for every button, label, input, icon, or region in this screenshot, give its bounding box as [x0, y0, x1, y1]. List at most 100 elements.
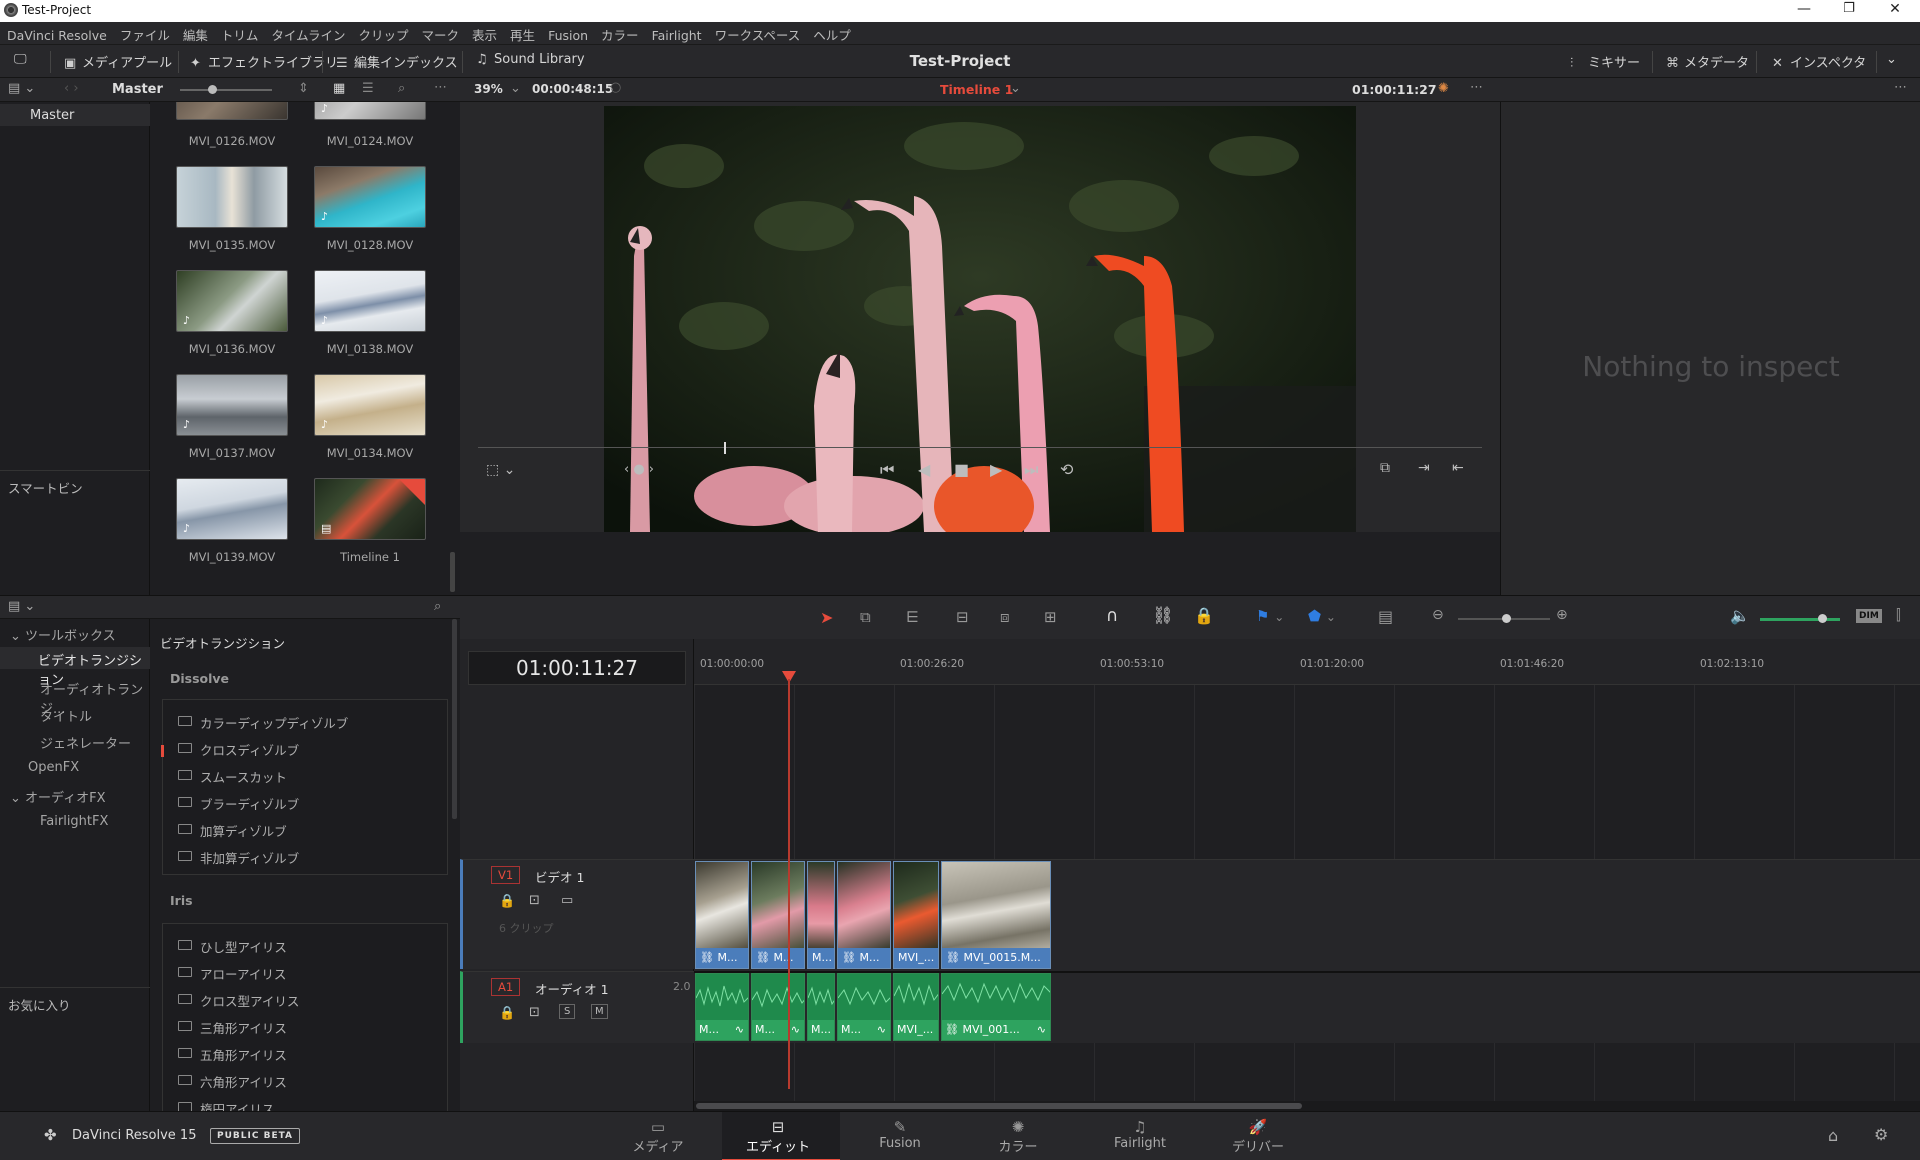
fx-item[interactable]: クロス型アイリス	[178, 991, 299, 1010]
inspector-button[interactable]: ✕ インスペクタ	[1772, 52, 1866, 71]
fx-item[interactable]: ひし型アイリス	[178, 937, 287, 956]
dim-button[interactable]: DIM	[1856, 609, 1882, 623]
playhead-line[interactable]	[788, 679, 790, 1089]
menu-davinci[interactable]: DaVinci Resolve	[0, 25, 113, 43]
sound-library-button[interactable]: ♫ Sound Library	[476, 52, 585, 67]
bin-item-master[interactable]: Master	[0, 104, 150, 126]
tree-item-generators[interactable]: ジェネレーター	[40, 733, 131, 752]
bin-list-toggle-icon[interactable]: ▤ ⌄	[8, 81, 35, 96]
zoom-in-icon[interactable]: ⊕	[1556, 607, 1568, 623]
zoom-out-icon[interactable]: ⊖	[1432, 607, 1444, 623]
audio-clip[interactable]: MVI_...	[893, 973, 939, 1041]
close-button[interactable]: ✕	[1875, 1, 1915, 17]
track-lock-icon[interactable]: 🔒	[499, 1006, 515, 1021]
inspector-options-icon[interactable]: ⋯	[1894, 80, 1907, 95]
video-clip[interactable]: ⛓ MVI_0015.M...	[941, 861, 1051, 969]
track-lock-icon[interactable]: 🔒	[499, 894, 515, 909]
timeline-dropdown-icon[interactable]: ⌄	[1010, 81, 1021, 96]
effects-panel-toggle-icon[interactable]: ▤ ⌄	[8, 599, 35, 614]
restore-button[interactable]: ❐	[1829, 1, 1869, 16]
grid-view-icon[interactable]: ▦	[333, 81, 345, 96]
slider-thumb[interactable]	[1818, 614, 1827, 623]
page-tab-edit[interactable]: ⊟ エディット	[738, 1118, 818, 1155]
video-track-name[interactable]: ビデオ 1	[535, 867, 584, 886]
page-tab-deliver[interactable]: 🚀 デリバー	[1218, 1118, 1298, 1155]
go-to-end-icon[interactable]: ⏭	[1024, 460, 1038, 480]
clip-thumb[interactable]: ♪	[176, 478, 288, 540]
list-view-icon[interactable]: ☰	[362, 81, 374, 96]
grid-scrollbar[interactable]	[450, 552, 455, 592]
audio-clip[interactable]: M... ∿	[695, 973, 749, 1041]
play-icon[interactable]: ▶	[990, 460, 1002, 479]
menu-trim[interactable]: トリム	[214, 22, 265, 44]
timeline-view-options-icon[interactable]: ▤	[1378, 607, 1393, 626]
crop-icon[interactable]: ⬚ ⌄	[486, 462, 515, 478]
clip-thumb[interactable]	[176, 166, 288, 228]
fx-item[interactable]: 非加算ディゾルブ	[178, 848, 299, 867]
timeline-layout-icon[interactable]: ⫿	[1896, 606, 1901, 624]
menu-playback[interactable]: 再生	[503, 22, 541, 44]
viewer-options-icon[interactable]: ⋯	[1470, 80, 1483, 95]
play-reverse-icon[interactable]: ◀	[918, 460, 930, 479]
prev-edit-icon[interactable]: ⇤	[1452, 460, 1464, 476]
video-clip[interactable]: M...	[807, 861, 835, 969]
clip-thumb[interactable]: ♪	[314, 374, 426, 436]
solo-button[interactable]: S	[559, 1004, 576, 1019]
marker-icon[interactable]: ⬟ ⌄	[1308, 607, 1336, 625]
audio-track-header[interactable]: A1 オーディオ 1 2.0 🔒 ⊡ S M	[460, 971, 694, 1043]
clip-thumb[interactable]: ♪	[314, 166, 426, 228]
more-options-icon[interactable]: ⋯	[434, 80, 447, 95]
video-track-header[interactable]: V1 ビデオ 1 🔒 ⊡ ▭ 6 クリップ	[460, 859, 694, 969]
menu-edit[interactable]: 編集	[176, 22, 214, 44]
viewer-canvas[interactable]: ⬚ ⌄ ‹ ● › ⏮ ◀ ■ ▶ ⏭ ⟲ ⧉ ⇥ ⇤	[460, 102, 1500, 532]
menu-clip[interactable]: クリップ	[352, 22, 415, 44]
page-tab-media[interactable]: ▭ メディア	[618, 1118, 698, 1155]
menu-fairlight[interactable]: Fairlight	[645, 25, 708, 43]
volume-icon[interactable]: 🔈	[1730, 606, 1750, 625]
clip-thumb[interactable]	[176, 102, 288, 120]
stop-icon[interactable]: ■	[954, 460, 969, 479]
media-pool-button[interactable]: ▣ メディアプール	[64, 52, 172, 71]
mute-button[interactable]: M	[591, 1004, 608, 1019]
fx-item[interactable]: アローアイリス	[178, 964, 286, 983]
menu-color[interactable]: カラー	[594, 22, 645, 44]
menu-workspace[interactable]: ワークスペース	[708, 22, 807, 44]
timeline-zoom-slider[interactable]	[1458, 614, 1550, 623]
zoom-level[interactable]: 39%	[474, 82, 503, 96]
fx-item[interactable]: 六角形アイリス	[178, 1072, 287, 1091]
timeline-thumb[interactable]: ▤	[314, 478, 426, 540]
link-icon[interactable]: ⛓	[1152, 606, 1174, 626]
slider-thumb[interactable]	[1502, 614, 1511, 623]
tree-item-fairlightfx[interactable]: FairlightFX	[40, 814, 108, 829]
menu-timeline[interactable]: タイムライン	[264, 22, 351, 44]
effects-scrollbar[interactable]	[452, 619, 457, 819]
auto-select-icon[interactable]: ⊡	[529, 1005, 540, 1020]
scrubber-head[interactable]	[724, 442, 726, 454]
fx-item[interactable]: ブラーディゾルブ	[178, 794, 299, 813]
match-frame-icon[interactable]: ⧉	[1380, 460, 1390, 476]
monitor-icon[interactable]: 🖵	[14, 52, 27, 67]
video-clip[interactable]: ⛓ M...	[695, 861, 749, 969]
insert-clip-icon[interactable]: ⊟	[956, 608, 969, 626]
menu-fusion[interactable]: Fusion	[541, 25, 594, 43]
clip-thumb[interactable]: ♪	[314, 270, 426, 332]
minimize-button[interactable]: —	[1784, 1, 1824, 17]
timeline-scrollbar-thumb[interactable]	[696, 1103, 1302, 1109]
video-clip[interactable]: ⛓ M...	[751, 861, 805, 969]
effects-library-button[interactable]: ✦ エフェクトライブラリ	[190, 52, 338, 71]
page-tab-fairlight[interactable]: ♫ Fairlight	[1100, 1118, 1180, 1151]
fx-item[interactable]: 加算ディゾルブ	[178, 821, 287, 840]
overwrite-clip-icon[interactable]: ⧈	[1000, 608, 1010, 626]
slider-thumb[interactable]	[208, 85, 217, 94]
clip-thumb[interactable]: ♪	[176, 374, 288, 436]
tree-item-openfx[interactable]: OpenFX	[28, 760, 79, 775]
volume-slider[interactable]	[1760, 614, 1840, 623]
settings-gear-icon[interactable]: ⚙	[1874, 1125, 1888, 1144]
auto-select-icon[interactable]: ⊡	[529, 893, 540, 908]
fx-item[interactable]: 三角形アイリス	[178, 1018, 287, 1037]
clip-nav-control[interactable]: ‹ ● ›	[624, 462, 654, 477]
audio-clip[interactable]: M... ∿	[751, 973, 805, 1041]
fx-item[interactable]: カラーディップディゾルブ	[178, 713, 348, 732]
lock-icon[interactable]: 🔒	[1194, 606, 1214, 625]
home-icon[interactable]: ⌂	[1828, 1126, 1838, 1145]
